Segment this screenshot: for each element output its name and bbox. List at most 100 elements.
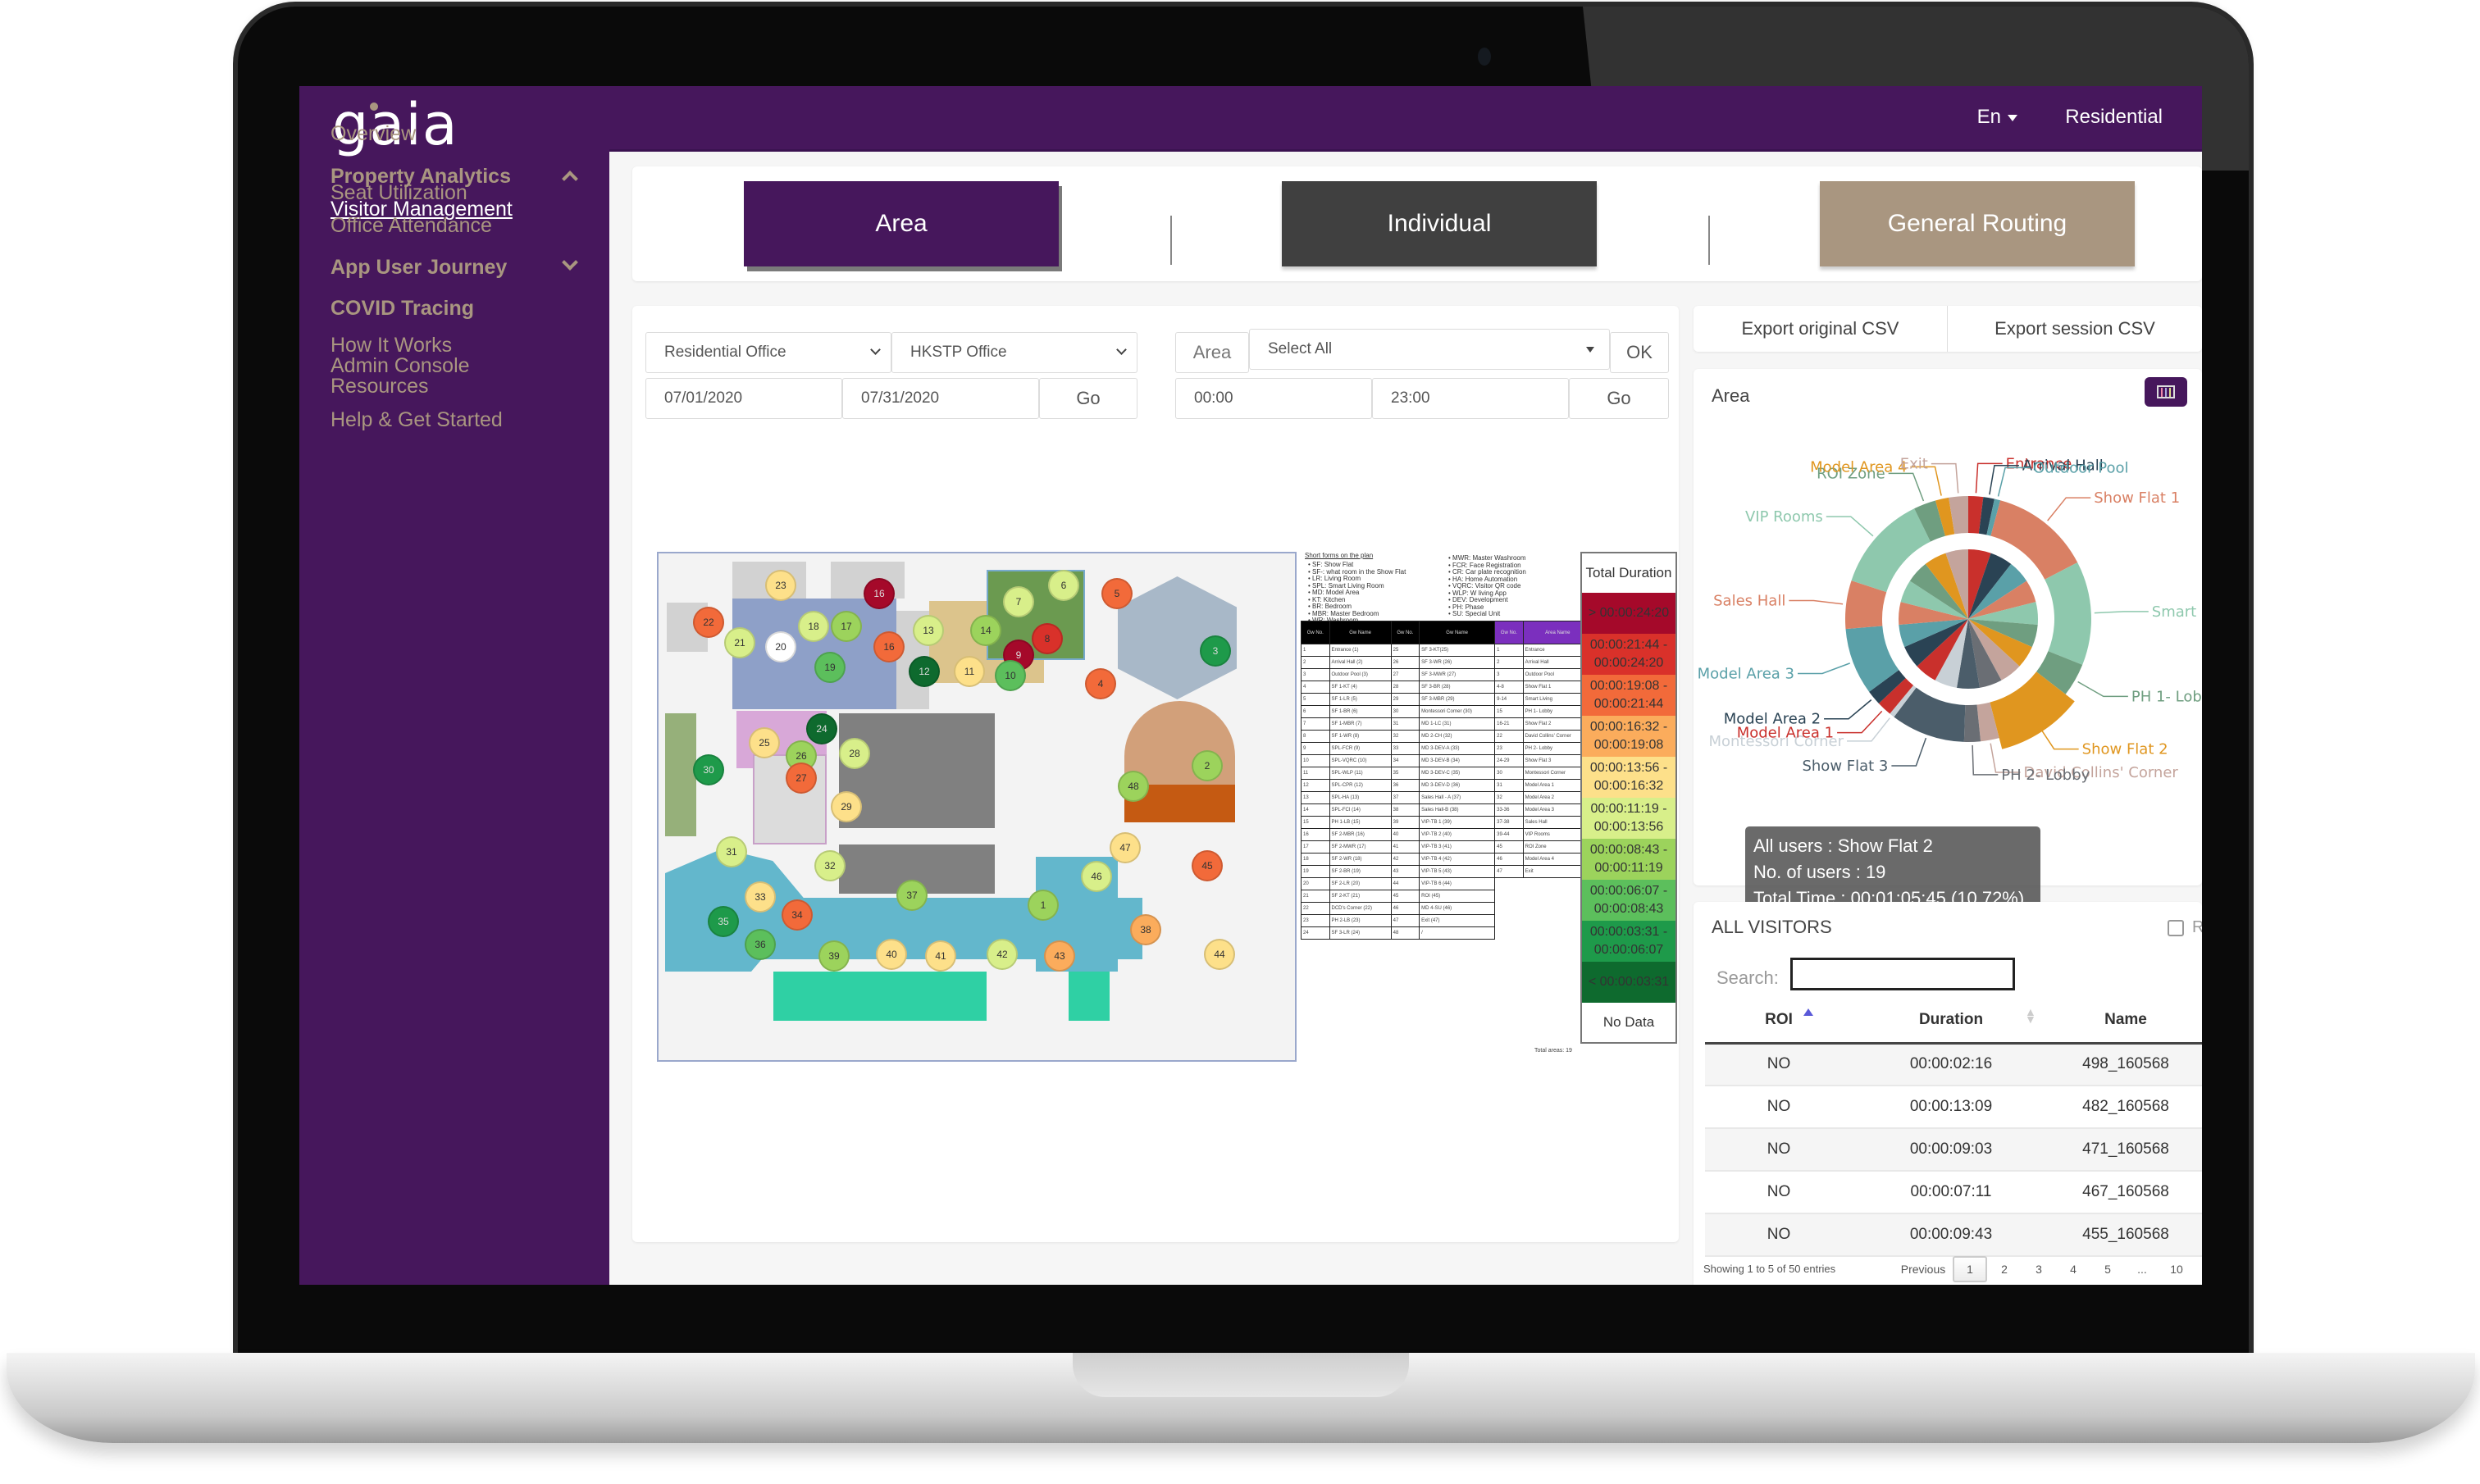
date-go-button[interactable]: Go — [1039, 378, 1137, 419]
gateway-table-row: 2 Arrival Hall (2) 26 SF 3-WR (26) 2 Arrival … — [1301, 656, 1593, 669]
gateway-table-cell: 47 — [1390, 914, 1420, 927]
building-select[interactable]: Residential Office — [645, 332, 891, 373]
gateway-pin[interactable]: 24 — [806, 713, 837, 744]
page-button[interactable]: 3 — [2022, 1256, 2056, 1282]
sidebar-item-help[interactable]: Help & Get Started — [331, 408, 503, 432]
gateway-pin[interactable]: 48 — [1118, 771, 1149, 802]
tab-individual[interactable]: Individual — [1282, 181, 1597, 266]
chevron-up-icon[interactable] — [562, 171, 578, 187]
chevron-down-icon[interactable] — [562, 254, 578, 271]
gateway-table-cell: VIP-TB 2 (40) — [1419, 828, 1496, 841]
gateway-pin[interactable]: 10 — [995, 660, 1026, 691]
gateway-pin[interactable]: 6 — [1048, 570, 1079, 601]
previous-page-button[interactable]: Previous — [1894, 1256, 1953, 1282]
gateway-pin[interactable]: 20 — [765, 631, 796, 662]
visitor-row[interactable]: NO 00:00:09:43 455_160568 — [1705, 1213, 2202, 1257]
area-ok-button[interactable]: OK — [1610, 332, 1669, 373]
roi-checkbox[interactable] — [2168, 920, 2184, 936]
sidebar-item-covid-tracing[interactable]: COVID Tracing — [331, 297, 474, 321]
gateway-pin[interactable]: 30 — [693, 754, 724, 785]
gateway-pin[interactable]: 28 — [839, 738, 870, 769]
gateway-pin[interactable]: 38 — [1130, 914, 1161, 945]
site-select[interactable]: HKSTP Office — [891, 332, 1137, 373]
sidebar-item-app-user-journey[interactable]: App User Journey — [331, 256, 507, 280]
date-from-input[interactable]: 07/01/2020 — [645, 378, 842, 419]
area-select[interactable]: Select All — [1249, 329, 1610, 370]
language-dropdown[interactable]: En — [1977, 106, 2017, 129]
time-go-button[interactable]: Go — [1569, 378, 1669, 419]
tab-general-routing[interactable]: General Routing — [1820, 181, 2135, 266]
gateway-pin[interactable]: 35 — [708, 906, 739, 937]
gateway-pin[interactable]: 45 — [1192, 850, 1223, 881]
gateway-pin[interactable]: 36 — [745, 929, 776, 960]
gateway-pin[interactable]: 2 — [1192, 750, 1223, 781]
gateway-pin[interactable]: 16 — [873, 631, 905, 662]
gateway-pin[interactable]: 40 — [876, 939, 907, 970]
property-selector[interactable]: Residential — [2065, 106, 2163, 129]
gateway-table: Gw No. Gw Name Gw No. Gw Name Gw No. Area Nam… — [1301, 621, 1593, 940]
page-button[interactable]: 10 — [2159, 1256, 2194, 1282]
gateway-table-cell: SF 3-MBR (29) — [1419, 693, 1496, 706]
time-from-input[interactable]: 00:00 — [1175, 378, 1372, 419]
gateway-pin[interactable]: 8 — [1032, 623, 1063, 654]
slice-label: Model Area 4 — [1810, 458, 1907, 476]
gateway-pin[interactable]: 34 — [782, 899, 813, 931]
gateway-pin[interactable]: 31 — [716, 836, 747, 867]
gateway-pin[interactable]: 43 — [1044, 940, 1075, 972]
gateway-pin[interactable]: 25 — [749, 727, 780, 758]
gateway-pin[interactable]: 18 — [798, 611, 829, 642]
gateway-pin[interactable]: 39 — [818, 940, 850, 972]
gateway-pin[interactable]: 4 — [1085, 668, 1116, 699]
gateway-pin[interactable]: 41 — [925, 940, 956, 972]
gateway-pin[interactable]: 44 — [1204, 939, 1235, 970]
gateway-pin[interactable]: 33 — [745, 881, 776, 913]
gateway-table-cell: Entrance (1) — [1329, 644, 1392, 657]
column-duration[interactable]: Duration ▲ ▼ — [1853, 999, 2049, 1045]
tab-divider — [1170, 216, 1172, 265]
gateway-pin[interactable]: 29 — [831, 791, 862, 822]
gateway-pin[interactable]: 17 — [831, 611, 862, 642]
page-button[interactable]: 2 — [1987, 1256, 2022, 1282]
visitor-row[interactable]: NO 00:00:07:11 467_160568 — [1705, 1171, 2202, 1214]
gateway-pin[interactable]: 21 — [724, 627, 755, 658]
gateway-pin[interactable]: 42 — [987, 939, 1018, 970]
gateway-pin[interactable]: 13 — [913, 615, 944, 646]
page-button[interactable]: 4 — [2056, 1256, 2090, 1282]
date-to-input[interactable]: 07/31/2020 — [842, 378, 1039, 419]
export-session-csv-button[interactable]: Export session CSV — [1948, 306, 2202, 352]
gateway-pin[interactable]: 11 — [954, 656, 985, 687]
donut-slice[interactable] — [2045, 562, 2091, 665]
sidebar-item-overview[interactable]: Overview — [331, 122, 416, 146]
gateway-pin[interactable]: 3 — [1200, 635, 1231, 667]
tab-area[interactable]: Area — [744, 181, 1059, 266]
visitor-row[interactable]: NO 00:00:09:03 471_160568 — [1705, 1128, 2202, 1172]
visitor-row[interactable]: NO 00:00:13:09 482_160568 — [1705, 1086, 2202, 1129]
visitor-row[interactable]: NO 00:00:02:16 498_160568 — [1705, 1043, 2202, 1086]
sidebar-item-office-attendance[interactable]: Office Attendance — [331, 214, 492, 238]
gateway-pin[interactable]: 1 — [1028, 890, 1059, 921]
gateway-table-cell: 20 — [1301, 877, 1330, 890]
gateway-pin[interactable]: 19 — [814, 652, 846, 683]
time-to-input[interactable]: 23:00 — [1372, 378, 1569, 419]
export-original-csv-button[interactable]: Export original CSV — [1694, 306, 1948, 352]
gateway-pin[interactable]: 46 — [1081, 861, 1112, 892]
gateway-pin[interactable]: 37 — [896, 880, 928, 911]
column-roi[interactable]: ROI — [1705, 999, 1853, 1045]
sidebar-item-resources[interactable]: Resources — [331, 375, 429, 398]
gateway-pin[interactable]: 12 — [909, 656, 940, 687]
gateway-pin[interactable]: 32 — [814, 850, 846, 881]
shortforms-right: • MWR: Master Washroom • FCR: Face Regist… — [1448, 554, 1526, 618]
gateway-pin[interactable]: 5 — [1101, 578, 1133, 609]
gateway-pin[interactable]: 22 — [693, 607, 724, 638]
gateway-pin[interactable]: 47 — [1110, 832, 1141, 863]
gateway-pin[interactable]: 7 — [1003, 586, 1034, 617]
gateway-pin[interactable]: 23 — [765, 570, 796, 601]
column-name[interactable]: Name — [2049, 999, 2202, 1045]
search-input[interactable] — [1790, 958, 2015, 990]
gateway-pin[interactable]: 16 — [864, 578, 895, 609]
gateway-pin[interactable]: 14 — [970, 615, 1001, 646]
vip-rooms-zone — [773, 972, 987, 1021]
gateway-pin[interactable]: 27 — [786, 762, 817, 794]
page-button[interactable]: 1 — [1953, 1256, 1987, 1282]
page-button[interactable]: 5 — [2090, 1256, 2125, 1282]
